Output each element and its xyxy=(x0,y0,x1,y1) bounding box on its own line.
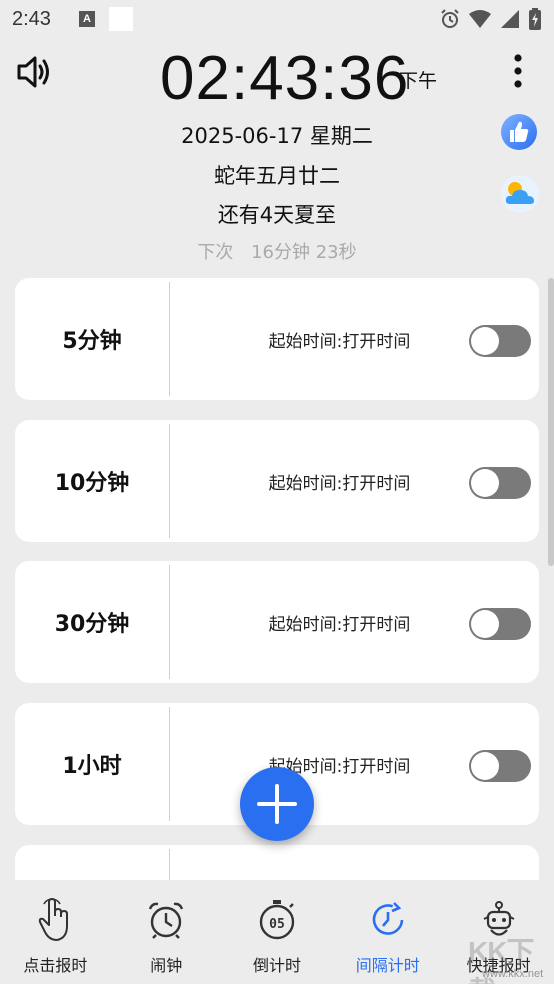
battery-charging-icon xyxy=(529,8,541,30)
next-chime: 下次 16分钟 23秒 xyxy=(0,238,554,264)
nav-label: 倒计时 xyxy=(252,956,301,975)
lunar-date-text: 蛇年五月廿二 xyxy=(214,164,340,188)
interval-label: 30分钟 xyxy=(54,612,130,637)
toggle-knob xyxy=(471,327,499,355)
plus-icon xyxy=(257,784,297,824)
nav-label: 点击报时 xyxy=(23,956,88,975)
nav-countdown[interactable]: 05 倒计时 xyxy=(222,880,333,984)
toggle-knob xyxy=(471,469,499,497)
add-interval-button[interactable] xyxy=(240,767,314,841)
robot-icon xyxy=(479,898,519,942)
nav-tap-chime[interactable]: 点击报时 xyxy=(0,880,111,984)
alarm-status-icon xyxy=(441,9,459,28)
bottom-navigation: 点击报时 闹钟 05 倒计时 间隔计时 快捷报时 xyxy=(0,880,554,984)
am-pm-label: 下午 xyxy=(399,70,438,92)
date-text: 2025-06-17 星期二 xyxy=(181,124,373,148)
notification-square-icon xyxy=(108,7,133,31)
current-time: 02:43:36 xyxy=(160,44,410,113)
nav-label: 间隔计时 xyxy=(355,956,420,975)
nav-quick-chime[interactable]: 快捷报时 xyxy=(443,880,554,984)
interval-card[interactable]: 30分钟 起始时间:打开时间 xyxy=(15,561,539,683)
card-divider xyxy=(169,849,170,880)
svg-text:05: 05 xyxy=(269,917,285,932)
wifi-icon xyxy=(469,10,491,28)
nav-alarm[interactable]: 闹钟 xyxy=(111,880,222,984)
next-label: 下次 xyxy=(197,242,234,263)
nav-label: 快捷报时 xyxy=(466,956,531,975)
solar-term-text: 还有4天夏至 xyxy=(217,203,337,227)
interval-card[interactable]: 10分钟 起始时间:打开时间 xyxy=(15,420,539,542)
status-icons xyxy=(440,8,542,30)
thumbs-up-icon[interactable] xyxy=(500,113,538,151)
interval-clock-icon xyxy=(368,898,408,942)
keyboard-a-icon: A xyxy=(78,11,95,27)
status-time: 2:43 xyxy=(12,7,51,30)
interval-label: 5分钟 xyxy=(62,329,122,354)
interval-label: 1小时 xyxy=(62,754,122,779)
next-countdown: 16分钟 23秒 xyxy=(251,242,357,263)
interval-card-partial[interactable] xyxy=(15,845,539,880)
status-bar: 2:43 A xyxy=(0,0,554,38)
signal-icon xyxy=(501,10,519,28)
toggle-knob xyxy=(471,752,499,780)
weather-icon[interactable] xyxy=(500,174,540,214)
alarm-clock-icon xyxy=(146,898,186,942)
speaker-icon[interactable] xyxy=(16,54,54,90)
tap-hand-icon xyxy=(35,898,75,942)
nav-interval[interactable]: 间隔计时 xyxy=(332,880,443,984)
nav-label: 闹钟 xyxy=(150,956,183,975)
interval-toggle[interactable] xyxy=(469,608,531,640)
interval-label: 10分钟 xyxy=(54,471,130,496)
list-scrollbar[interactable] xyxy=(548,278,554,566)
interval-toggle[interactable] xyxy=(469,467,531,499)
interval-card[interactable]: 5分钟 起始时间:打开时间 xyxy=(15,278,539,400)
interval-toggle[interactable] xyxy=(469,325,531,357)
more-menu-icon[interactable] xyxy=(508,52,528,92)
stopwatch-icon: 05 xyxy=(257,898,297,942)
toggle-knob xyxy=(471,610,499,638)
interval-toggle[interactable] xyxy=(469,750,531,782)
